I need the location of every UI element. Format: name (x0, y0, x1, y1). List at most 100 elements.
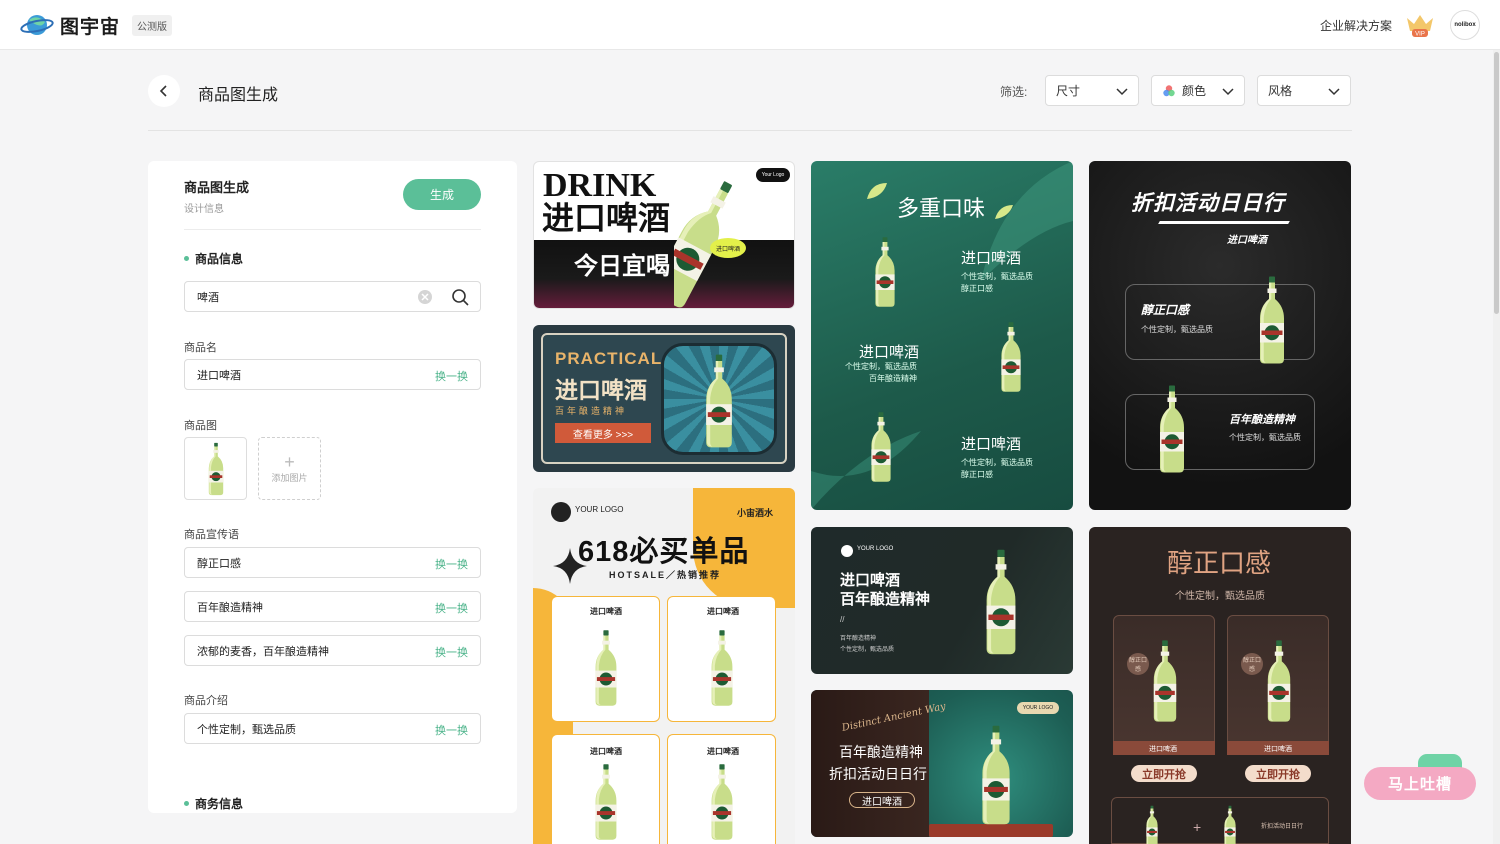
buy-now-button: 立即开抢 (1245, 765, 1311, 782)
business-info-label: 商务信息 (195, 797, 244, 811)
card-badge: 进口啤酒 (710, 238, 746, 258)
card-headline: PRACTICAL (555, 349, 663, 368)
benefit-title: 百年酿造精神 (1229, 414, 1295, 426)
leaf-decoration-icon (811, 431, 921, 510)
beer-bottle-image (1153, 640, 1177, 722)
card-logo: Your Logo (756, 168, 790, 182)
flavor-item-desc: 个性定制，甄选品质 (845, 362, 917, 371)
flavor-item-title: 进口啤酒 (961, 435, 1022, 453)
size-filter-select[interactable]: 尺寸 (1045, 75, 1139, 106)
feedback-button[interactable]: 马上吐槽 (1364, 767, 1476, 800)
view-more-button: 查看更多 >>> (555, 423, 651, 443)
beer-bottle-image (1260, 276, 1284, 364)
add-image-button[interactable]: + 添加图片 (258, 437, 321, 500)
slogan-label: 商品宣传语 (184, 529, 239, 541)
card-title: 折扣活动日日行 (1131, 192, 1285, 215)
product-image-label: 商品图 (184, 420, 217, 432)
color-filter-label: 颜色 (1182, 84, 1207, 98)
search-input[interactable]: 啤酒 (184, 281, 481, 312)
product-intro-field[interactable]: 个性定制，甄选品质 换一换 (184, 713, 481, 744)
header-divider (148, 130, 1352, 131)
enterprise-solutions-link[interactable]: 企业解决方案 (1320, 17, 1392, 34)
slogan-value: 百年酿造精神 (197, 601, 263, 614)
card-title: 醇正口感 (1167, 549, 1272, 579)
result-card-century-discount[interactable]: Distinct Ancient Way 百年酿造精神 折扣活动日日行 进口啤酒… (811, 690, 1073, 837)
swap-button[interactable]: 换一换 (435, 556, 468, 572)
avatar[interactable]: nolibox (1450, 10, 1480, 40)
promo-label: 折扣活动日日行 (1261, 824, 1304, 830)
plus-icon: + (1193, 819, 1202, 835)
result-card-drink[interactable]: DRINK 进口啤酒 今日宜喝 Your Logo 进口啤酒 (533, 161, 795, 309)
product-info-label: 商品信息 (195, 252, 244, 266)
swap-button[interactable]: 换一换 (435, 368, 468, 384)
card-logo: YOUR LOGO (575, 505, 624, 514)
card-subtitle: 百年酿造精神 (840, 591, 931, 608)
business-info-heading: 商务信息 (184, 795, 243, 812)
page-scrollbar-thumb[interactable] (1494, 52, 1499, 314)
beer-bottle-image (1146, 805, 1158, 844)
generate-button[interactable]: 生成 (403, 179, 481, 210)
product-name-value: 进口啤酒 (197, 369, 241, 382)
section-dot-icon (184, 801, 189, 806)
style-filter-select[interactable]: 风格 (1257, 75, 1351, 106)
card-shop-name: 小宙酒水 (737, 508, 774, 518)
add-image-label: 添加图片 (271, 473, 308, 483)
tile-tag: 醇正口感 (1241, 653, 1263, 675)
slogan-field-1[interactable]: 醇正口感 换一换 (184, 547, 481, 578)
back-button[interactable] (148, 75, 180, 107)
planet-logo-icon (20, 15, 54, 35)
result-card-discount-dark[interactable]: 折扣活动日日行 进口啤酒 醇正口感 个性定制，甄选品质 百年酿造精神 个性定制，… (1089, 161, 1351, 510)
beer-bottle-image (875, 237, 895, 307)
card-subtitle: 折扣活动日日行 (829, 767, 927, 783)
tile-tag: 醇正口感 (1127, 653, 1149, 675)
grid-item-label: 进口啤酒 (707, 747, 739, 756)
beer-bottle-image (871, 412, 891, 482)
beer-bottle-image (208, 442, 223, 495)
card-desc: 个性定制，甄选品质 (840, 647, 895, 653)
swap-button[interactable]: 换一换 (435, 722, 468, 738)
search-icon[interactable] (451, 288, 469, 306)
flavor-item-desc: 个性定制，甄选品质 (961, 458, 1033, 467)
product-image-thumb[interactable] (184, 437, 247, 500)
result-card-flavors[interactable]: 多重口味 进口啤酒 个性定制，甄选品质 醇正口感 进口啤酒 个性定制，甄选品质 … (811, 161, 1073, 510)
color-filter-select[interactable]: 颜色 (1151, 75, 1245, 106)
brand-name: 图宇宙 (60, 16, 121, 38)
beer-bottle-image (711, 764, 733, 840)
result-card-practical[interactable]: PRACTICAL 进口啤酒 百年酿造精神 查看更多 >>> (533, 325, 795, 472)
result-card-century-brewing[interactable]: YOUR LOGO 进口啤酒 百年酿造精神 // 百年酿造精神 个性定制，甄选品… (811, 527, 1073, 674)
beer-bottle-image (595, 764, 617, 840)
beta-badge: 公测版 (132, 14, 173, 36)
card-title: 进口啤酒 (542, 199, 671, 237)
product-tile-label: 进口啤酒 (1149, 746, 1177, 753)
product-tile-label: 进口啤酒 (1264, 746, 1292, 753)
card-pill-button: 进口啤酒 (849, 792, 915, 808)
design-info-panel: 商品图生成 设计信息 生成 商品信息 啤酒 商品名 进口啤酒 换一换 商品图 +… (148, 161, 517, 813)
swap-button[interactable]: 换一换 (435, 600, 468, 616)
card-logo: YOUR LOGO (1017, 702, 1059, 714)
result-card-618[interactable]: YOUR LOGO 小宙酒水 618必买单品 HOTSALE／热销推荐 进口啤酒… (533, 488, 795, 844)
card-subtitle: 今日宜喝 (574, 251, 670, 280)
vip-badge[interactable]: VIP (1404, 12, 1436, 43)
chevron-left-icon (159, 85, 167, 97)
card-subtitle: 进口啤酒 (1227, 235, 1267, 246)
result-card-pure-taste[interactable]: 醇正口感 个性定制，甄选品质 进口啤酒 进口啤酒 醇正口感 醇正口感 立即开抢 … (1089, 527, 1351, 844)
beer-bottle-image (1160, 385, 1184, 473)
panel-divider (184, 229, 481, 230)
product-name-field[interactable]: 进口啤酒 换一换 (184, 359, 481, 390)
swap-button[interactable]: 换一换 (435, 644, 468, 660)
card-logo: YOUR LOGO (857, 546, 894, 552)
grid-item-label: 进口啤酒 (707, 607, 739, 616)
slogan-field-3[interactable]: 浓郁的麦香，百年酿造精神 换一换 (184, 635, 481, 666)
benefit-title: 醇正口感 (1141, 303, 1190, 317)
beer-bottle-image (1267, 640, 1291, 722)
flavor-item-desc: 醇正口感 (961, 284, 993, 293)
clear-icon[interactable] (417, 289, 433, 305)
product-intro-value: 个性定制，甄选品质 (197, 723, 296, 736)
product-intro-label: 商品介绍 (184, 695, 228, 707)
slogan-value: 醇正口感 (197, 557, 241, 570)
flavor-item-desc: 个性定制，甄选品质 (961, 272, 1033, 281)
panel-title: 商品图生成 (184, 180, 250, 195)
slogan-field-2[interactable]: 百年酿造精神 换一换 (184, 591, 481, 622)
brand[interactable]: 图宇宙 公测版 (20, 11, 173, 39)
card-title: 进口啤酒 (555, 377, 647, 403)
